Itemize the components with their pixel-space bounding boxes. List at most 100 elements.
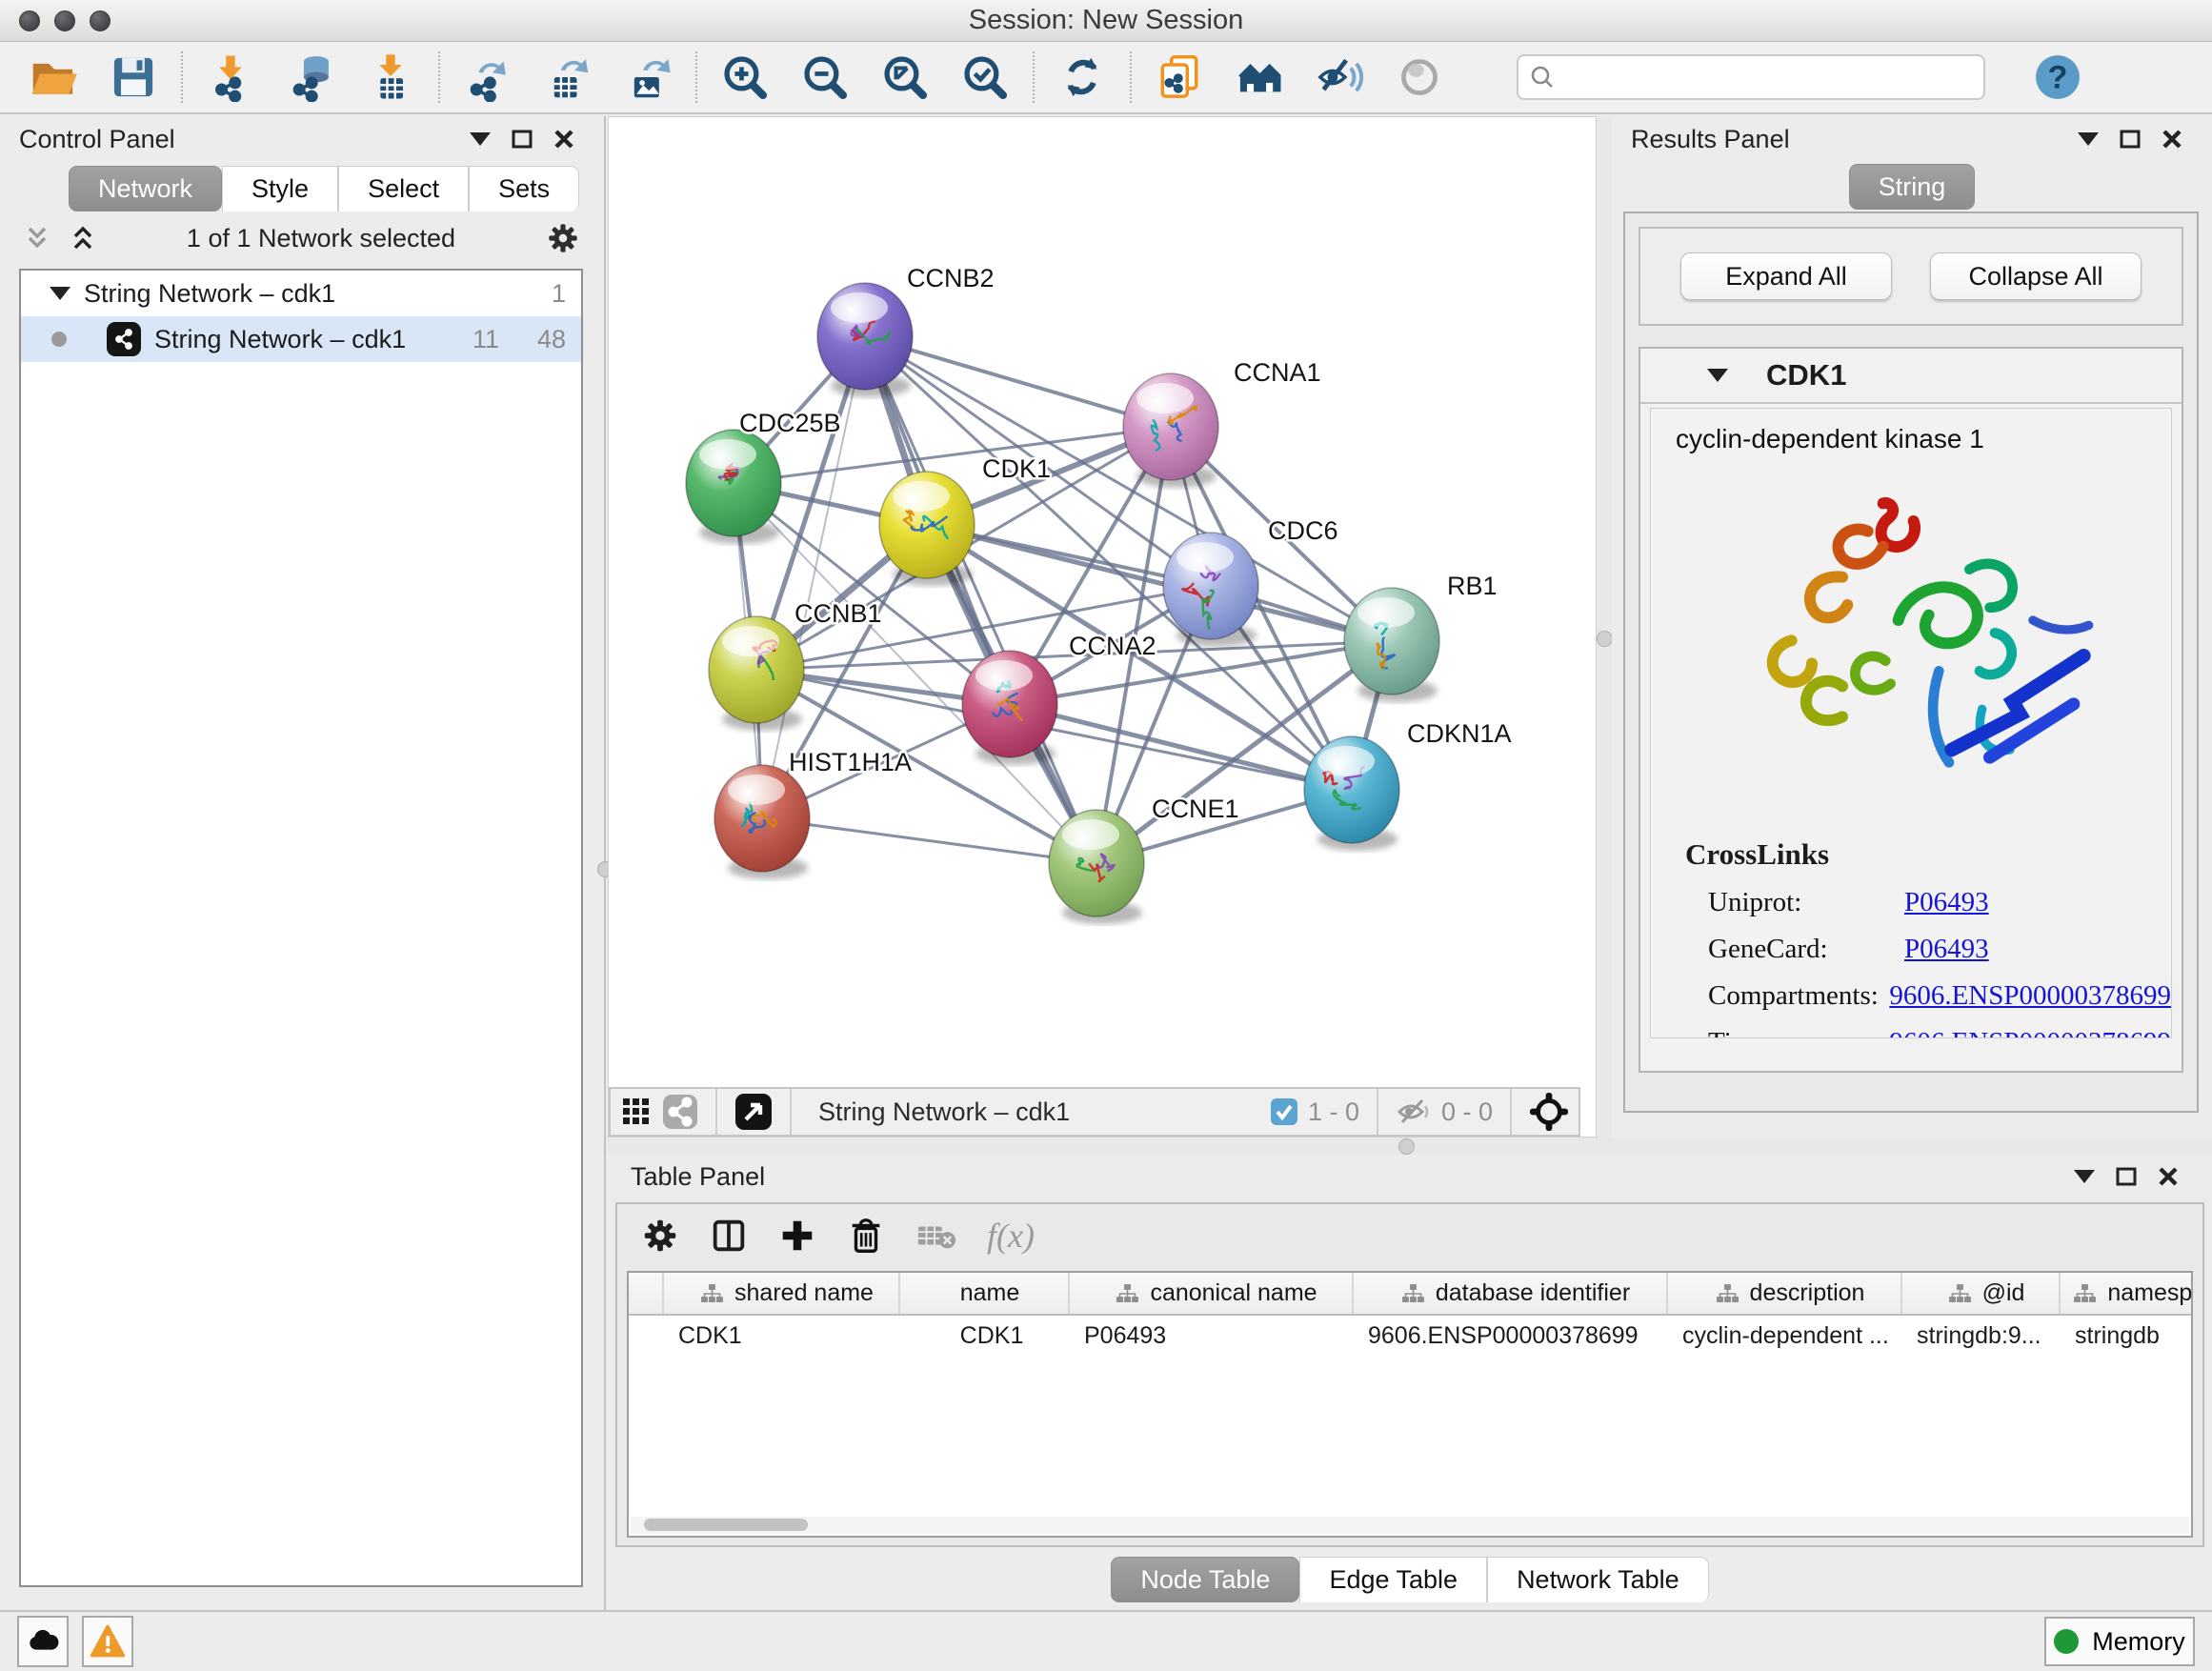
float-panel-button[interactable] xyxy=(501,122,543,156)
delete-column-button[interactable] xyxy=(846,1216,886,1256)
node-CDKN1A[interactable]: CDKN1A xyxy=(1304,719,1512,851)
splitter-handle[interactable] xyxy=(1597,631,1613,647)
vertical-splitter[interactable] xyxy=(1597,116,1612,1137)
float-panel-button[interactable] xyxy=(2105,1159,2147,1194)
edge-HIST1H1A-CCNE1[interactable] xyxy=(762,818,1096,863)
close-window-button[interactable] xyxy=(19,10,40,31)
crosslink-link[interactable]: P06493 xyxy=(1904,934,1989,965)
import-network-button[interactable] xyxy=(191,47,271,108)
column-header-canonical-name[interactable]: canonical name xyxy=(1069,1273,1353,1315)
table-options-button[interactable] xyxy=(640,1216,680,1256)
zoom-selected-button[interactable] xyxy=(945,47,1025,108)
float-panel-button[interactable] xyxy=(2109,122,2151,156)
table-row[interactable]: CDK1CDK1P064939606.ENSP00000378699cyclin… xyxy=(629,1315,2193,1357)
expand-all-button[interactable]: Expand All xyxy=(1680,252,1892,300)
tab-network[interactable]: Network xyxy=(69,166,222,211)
collapse-all-button[interactable]: Collapse All xyxy=(1930,252,2142,300)
function-builder-button[interactable]: f(x) xyxy=(987,1216,1035,1256)
tab-edge-table[interactable]: Edge Table xyxy=(1299,1557,1487,1602)
hide-selected-button[interactable] xyxy=(1299,47,1379,108)
close-panel-button[interactable] xyxy=(2151,122,2193,156)
selected-checkbox-icon[interactable] xyxy=(1270,1097,1298,1126)
collapse-arrow-icon[interactable] xyxy=(1707,369,1728,382)
tab-sets[interactable]: Sets xyxy=(469,166,579,211)
column-header-namespace[interactable]: namespace xyxy=(2060,1273,2193,1315)
expand-all-networks-button[interactable] xyxy=(69,224,97,252)
panel-menu-button[interactable] xyxy=(2067,122,2109,156)
horizontal-scrollbar[interactable] xyxy=(631,1517,2189,1534)
node-table-grid[interactable]: shared namenamecanonical namedatabase id… xyxy=(629,1273,2193,1357)
network-row[interactable]: String Network – cdk1 11 48 xyxy=(21,316,581,362)
zoom-fit-button[interactable] xyxy=(865,47,945,108)
import-table-button[interactable] xyxy=(351,47,431,108)
birdseye-button[interactable] xyxy=(1219,47,1299,108)
search-input[interactable] xyxy=(1517,54,1985,100)
zoom-in-button[interactable] xyxy=(705,47,785,108)
network-options-button[interactable] xyxy=(545,220,581,256)
node-CCNE1[interactable]: CCNE1 xyxy=(1049,795,1239,924)
export-table-button[interactable] xyxy=(528,47,608,108)
column-header-description[interactable]: description xyxy=(1667,1273,1901,1315)
gene-section-header[interactable]: CDK1 xyxy=(1640,349,2182,404)
node-CCNA1[interactable]: CCNA1 xyxy=(1123,358,1321,488)
import-network-from-database-button[interactable] xyxy=(271,47,351,108)
horizontal-splitter[interactable] xyxy=(608,1137,2212,1155)
tab-select[interactable]: Select xyxy=(338,166,469,211)
warning-status-button[interactable] xyxy=(82,1616,133,1667)
panel-menu-button[interactable] xyxy=(459,122,501,156)
cell--id[interactable]: stringdb:9... xyxy=(1901,1315,2060,1357)
create-column-button[interactable] xyxy=(777,1216,817,1256)
open-session-button[interactable] xyxy=(13,47,93,108)
close-panel-button[interactable] xyxy=(543,122,585,156)
cell-shared-name[interactable]: CDK1 xyxy=(663,1315,899,1357)
tab-node-table[interactable]: Node Table xyxy=(1111,1557,1299,1602)
zoom-out-button[interactable] xyxy=(785,47,865,108)
string-view-button[interactable] xyxy=(662,1094,698,1130)
grid-view-button[interactable] xyxy=(620,1096,653,1128)
clone-network-view-button[interactable] xyxy=(1139,47,1219,108)
node-CCNB2[interactable]: CCNB2 xyxy=(817,264,995,397)
cell-database-identifier[interactable]: 9606.ENSP00000378699 xyxy=(1353,1315,1667,1357)
splitter-handle[interactable] xyxy=(1398,1138,1415,1155)
show-all-button[interactable] xyxy=(1379,47,1459,108)
crosslink-link[interactable]: 9606.ENSP00000378699 xyxy=(1889,1027,2171,1038)
delete-table-button[interactable] xyxy=(915,1216,958,1256)
network-canvas[interactable]: CCNB2CCNA1CDC25BCDK1CDC6RB1CCNB1CCNA2CDK… xyxy=(609,117,1596,1087)
cell-namespace[interactable]: stringdb xyxy=(2060,1315,2193,1357)
column-header-shared-name[interactable]: shared name xyxy=(663,1273,899,1315)
network-collection-row[interactable]: String Network – cdk1 1 xyxy=(21,271,581,316)
tab-string[interactable]: String xyxy=(1849,164,1976,210)
node-HIST1H1A[interactable]: HIST1H1A xyxy=(714,748,912,879)
tab-network-table[interactable]: Network Table xyxy=(1487,1557,1709,1602)
collapse-arrow-icon[interactable] xyxy=(50,287,70,300)
save-session-button[interactable] xyxy=(93,47,173,108)
detach-view-button[interactable] xyxy=(734,1093,773,1131)
zoom-window-button[interactable] xyxy=(90,10,111,31)
cell-canonical-name[interactable]: P06493 xyxy=(1069,1315,1353,1357)
scrollbar-thumb[interactable] xyxy=(644,1519,808,1531)
minimize-window-button[interactable] xyxy=(54,10,75,31)
navigator-button[interactable] xyxy=(1529,1092,1569,1132)
collapse-all-networks-button[interactable] xyxy=(23,224,51,252)
export-network-button[interactable] xyxy=(448,47,528,108)
crosslink-link[interactable]: 9606.ENSP00000378699 xyxy=(1889,980,2171,1012)
cell-description[interactable]: cyclin-dependent ... xyxy=(1667,1315,1901,1357)
close-panel-button[interactable] xyxy=(2147,1159,2189,1194)
memory-button[interactable]: Memory xyxy=(2044,1617,2195,1666)
window-controls[interactable] xyxy=(19,10,111,31)
show-columns-button[interactable] xyxy=(709,1216,749,1256)
cell-name[interactable]: CDK1 xyxy=(899,1315,1069,1357)
crosslink-link[interactable]: P06493 xyxy=(1904,887,1989,918)
tab-style[interactable]: Style xyxy=(222,166,338,211)
node-CDC6[interactable]: CDC6 xyxy=(1163,516,1338,647)
cloud-status-button[interactable] xyxy=(17,1616,69,1667)
panel-menu-button[interactable] xyxy=(2063,1159,2105,1194)
node-RB1[interactable]: RB1 xyxy=(1344,572,1498,702)
column-header--id[interactable]: @id xyxy=(1901,1273,2060,1315)
edge-CCNB2-CCNE1[interactable] xyxy=(865,336,1096,863)
column-header-name[interactable]: name xyxy=(899,1273,1069,1315)
column-header-database-identifier[interactable]: database identifier xyxy=(1353,1273,1667,1315)
refresh-layout-button[interactable] xyxy=(1042,47,1122,108)
export-image-button[interactable] xyxy=(608,47,688,108)
help-button[interactable]: ? xyxy=(2031,50,2084,104)
